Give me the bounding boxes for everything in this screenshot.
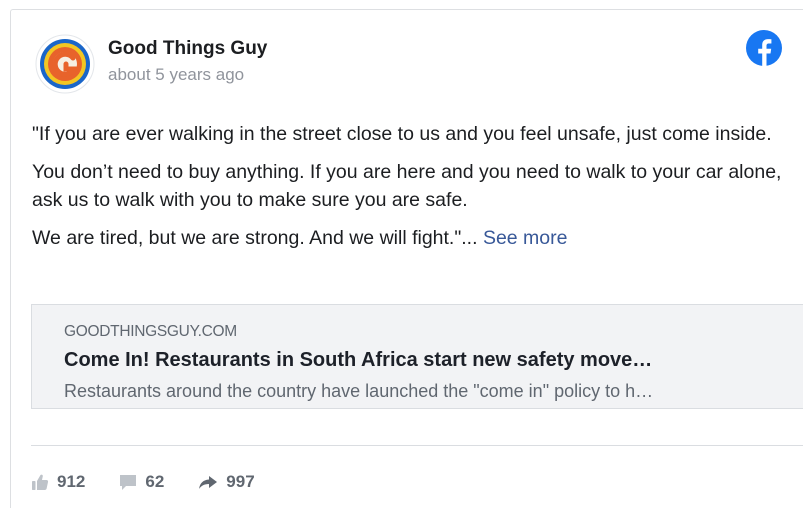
share-arrow-icon [199, 476, 218, 489]
post-paragraph: You don’t need to buy anything. If you a… [32, 161, 782, 211]
comment-bubble-icon [120, 475, 137, 490]
link-preview[interactable]: GOODTHINGSGUY.COM Come In! Restaurants i… [31, 304, 803, 409]
post-paragraph-text: We are tired, but we are strong. And we … [32, 227, 483, 249]
likes-stat[interactable]: 912 [31, 472, 85, 492]
post-paragraph: "If you are ever walking in the street c… [32, 123, 772, 145]
post-text: "If you are ever walking in the street c… [32, 120, 792, 262]
post-timestamp[interactable]: about 5 years ago [108, 65, 244, 85]
avatar[interactable] [35, 34, 95, 94]
thumbs-up-icon [32, 474, 49, 490]
comments-stat[interactable]: 62 [119, 472, 164, 492]
link-title[interactable]: Come In! Restaurants in South Africa sta… [64, 349, 799, 372]
link-description: Restaurants around the country have laun… [64, 381, 654, 401]
comments-count: 62 [145, 472, 165, 491]
post-paragraph: We are tired, but we are strong. And we … [32, 224, 792, 252]
avatar-logo-icon [35, 34, 95, 94]
divider [31, 445, 803, 446]
likes-count: 912 [57, 472, 86, 491]
post-card: Good Things Guy about 5 years ago "If yo… [10, 9, 803, 508]
link-domain: GOODTHINGSGUY.COM [64, 323, 237, 340]
facebook-icon[interactable] [746, 30, 782, 66]
see-more-link[interactable]: See more [483, 227, 568, 249]
author-name[interactable]: Good Things Guy [108, 38, 267, 60]
engagement-stats: 912 62 997 [31, 470, 289, 494]
shares-stat[interactable]: 997 [198, 472, 255, 492]
shares-count: 997 [226, 472, 255, 491]
